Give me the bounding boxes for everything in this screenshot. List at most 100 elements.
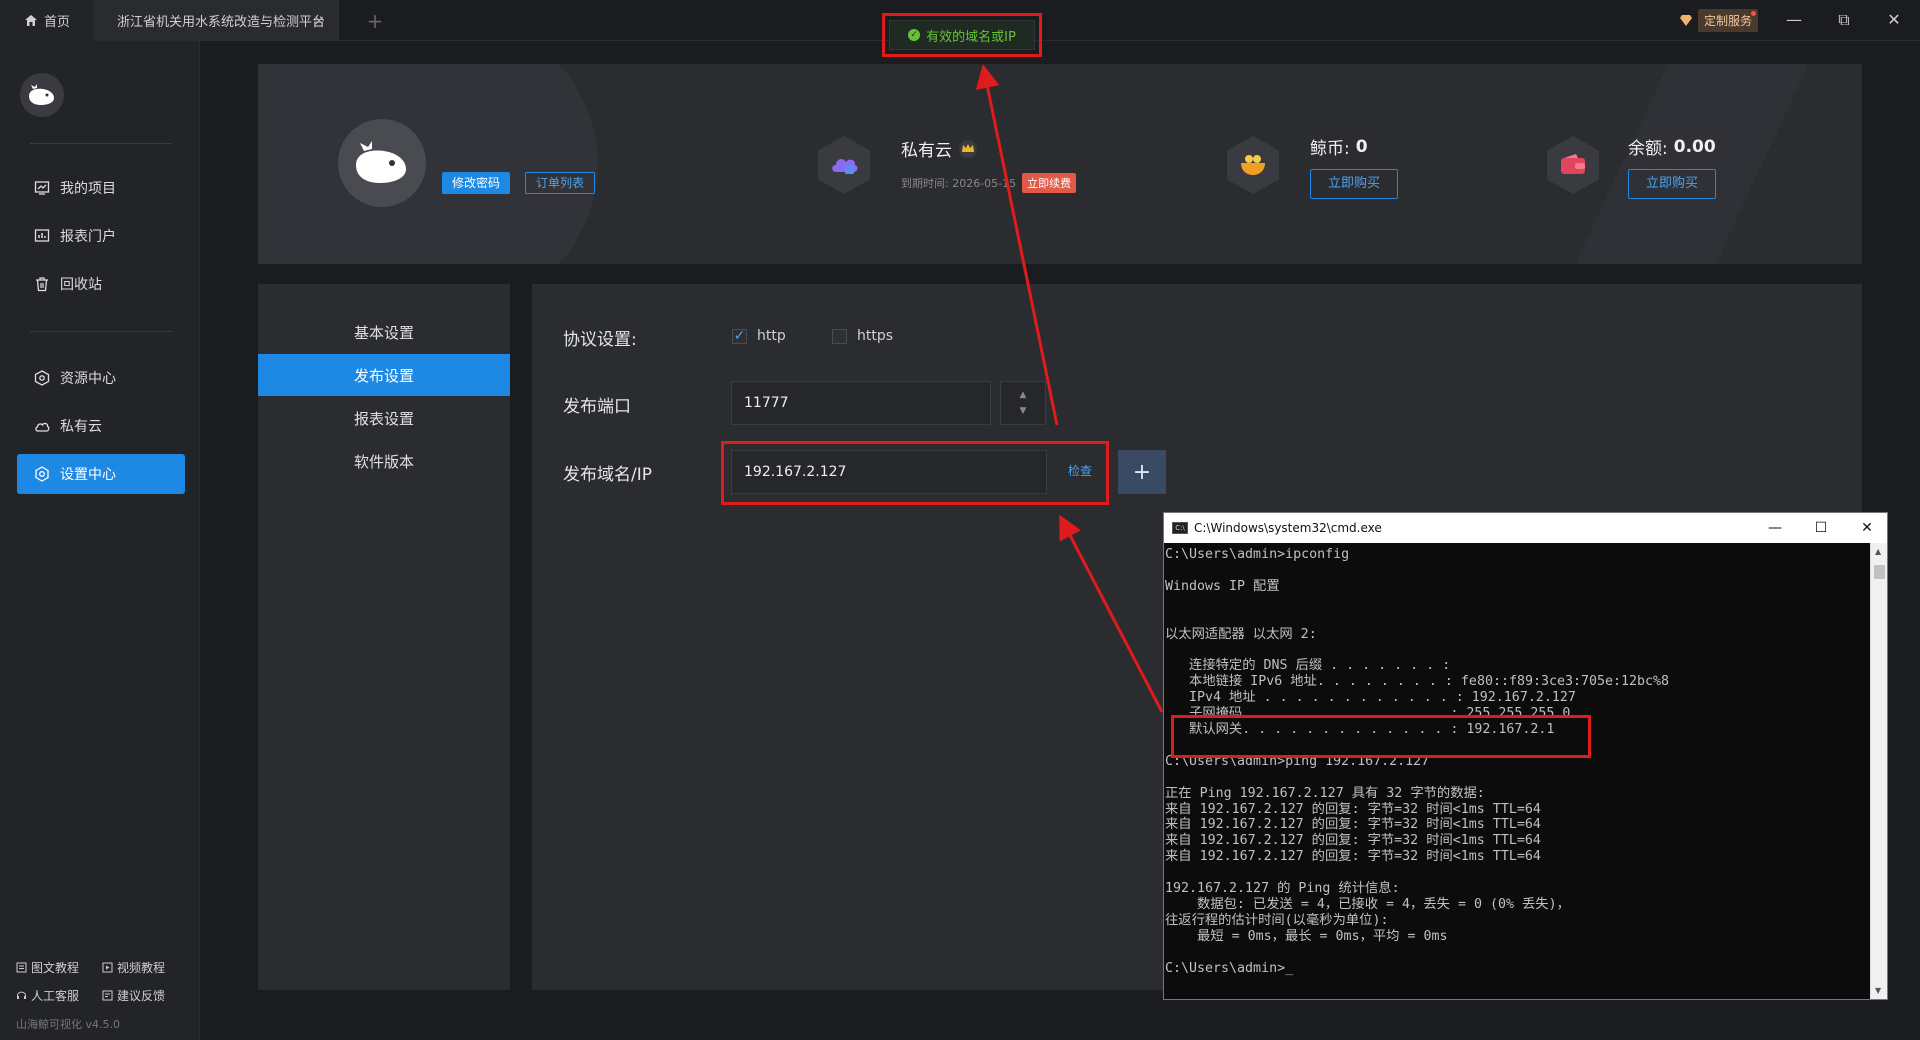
scroll-down-icon[interactable]: ▼ <box>1875 986 1881 995</box>
video-tutorial-label: 视频教程 <box>117 961 166 975</box>
checkbox-empty-icon <box>832 328 847 344</box>
cmd-line: 192.167.2.127 的 Ping 统计信息: <box>1165 881 1400 897</box>
renew-button[interactable]: 立即续费 <box>1022 173 1077 193</box>
maximize-button[interactable]: ⧉ <box>1832 8 1856 32</box>
doc-tutorial-link[interactable]: 图文教程 <box>16 959 79 976</box>
project-icon <box>34 181 50 195</box>
profile-header: 修改密码 订单列表 私有云 到期时间: 2026-05-15 立即续费 鲸币: … <box>258 64 1862 264</box>
cloud-icon <box>35 422 50 432</box>
settings-menu-publish[interactable]: 发布设置 <box>258 354 510 396</box>
sidebar-item-settings-center[interactable]: 设置中心 <box>17 454 185 494</box>
whale-logo-icon <box>29 84 54 105</box>
crown-icon <box>959 139 977 158</box>
https-label: https <box>857 328 894 344</box>
report-portal-icon <box>34 229 50 242</box>
home-icon <box>25 15 37 26</box>
sidebar-item-label: 我的项目 <box>60 181 116 197</box>
sidebar-item-resource-center[interactable]: 资源中心 <box>17 358 185 398</box>
cmd-line: Windows IP 配置 <box>1165 578 1280 594</box>
http-checkbox[interactable]: ✓ http <box>732 328 786 344</box>
annotation-box-domain <box>721 441 1109 505</box>
sidebar-item-label: 资源中心 <box>60 371 116 387</box>
cmd-close-button[interactable]: ✕ <box>1844 513 1890 543</box>
cmd-line: 来自 192.167.2.127 的回复: 字节=32 时间<1ms TTL=6… <box>1165 817 1541 833</box>
cmd-line: 正在 Ping 192.167.2.127 具有 32 字节的数据: <box>1165 785 1485 801</box>
coins-value: 0 <box>1355 136 1368 157</box>
cmd-line: 最短 = 0ms，最长 = 0ms，平均 = 0ms <box>1165 928 1448 944</box>
order-list-button[interactable]: 订单列表 <box>525 172 596 194</box>
chevron-down-icon[interactable]: ▼ <box>1020 406 1027 416</box>
cmd-line: C:\Users\admin>_ <box>1165 960 1294 976</box>
sidebar-item-recycle-bin[interactable]: 回收站 <box>17 264 185 304</box>
annotation-box-subnet <box>1171 715 1591 758</box>
cmd-output[interactable]: C:\Users\admin>ipconfig Windows IP 配置 以太… <box>1164 543 1871 999</box>
sidebar-item-report-portal[interactable]: 报表门户 <box>17 216 185 256</box>
http-label: http <box>757 328 786 344</box>
sidebar-item-label: 回收站 <box>60 277 102 293</box>
cmd-line: C:\Users\admin>ipconfig <box>1165 547 1350 562</box>
add-domain-button[interactable]: + <box>1118 450 1166 494</box>
cmd-line: 以太网适配器 以太网 2: <box>1165 626 1317 642</box>
doc-tutorial-label: 图文教程 <box>31 961 80 975</box>
cloud-lock-icon <box>832 159 858 174</box>
tab-home[interactable]: 首页 <box>0 0 93 41</box>
settings-menu-version[interactable]: 软件版本 <box>258 440 510 482</box>
private-cloud-expiry: 到期时间: 2026-05-15 立即续费 <box>901 173 1077 193</box>
cmd-line: 来自 192.167.2.127 的回复: 字节=32 时间<1ms TTL=6… <box>1165 849 1541 865</box>
headset-icon <box>17 991 26 999</box>
change-password-button[interactable]: 修改密码 <box>442 172 511 194</box>
protocol-label: 协议设置: <box>563 330 637 350</box>
minimize-button[interactable]: — <box>1782 8 1806 32</box>
buy-balance-button[interactable]: 立即购买 <box>1628 169 1716 199</box>
port-label: 发布端口 <box>563 397 631 417</box>
cmd-line: IPv4 地址 . . . . . . . . . . . . : 192.16… <box>1165 690 1576 706</box>
sidebar-item-private-cloud[interactable]: 私有云 <box>17 406 185 446</box>
tab-project[interactable]: 浙江省机关用水系统改造与检测平台 × <box>93 0 339 41</box>
port-input[interactable]: 11777 <box>731 381 991 425</box>
cmd-line <box>1165 563 1871 579</box>
feedback-label: 建议反馈 <box>117 989 166 1003</box>
cmd-line <box>1165 595 1871 611</box>
cmd-maximize-button[interactable]: ☐ <box>1798 513 1844 543</box>
sidebar-item-label: 报表门户 <box>60 229 116 245</box>
close-button[interactable]: ✕ <box>1882 8 1906 32</box>
https-checkbox[interactable]: https <box>832 328 893 344</box>
settings-menu-report[interactable]: 报表设置 <box>258 397 510 439</box>
cmd-line: 来自 192.167.2.127 的回复: 字节=32 时间<1ms TTL=6… <box>1165 833 1541 849</box>
cmd-line <box>1165 865 1871 881</box>
balance-title: 余额: 0.00 <box>1628 134 1716 160</box>
port-stepper[interactable]: ▲ ▼ <box>1000 381 1046 425</box>
support-link[interactable]: 人工客服 <box>16 987 79 1004</box>
custom-service-button[interactable]: 定制服务 <box>1680 8 1759 32</box>
coins-label: 鲸币: <box>1310 139 1350 159</box>
chevron-up-icon[interactable]: ▲ <box>1020 390 1027 400</box>
settings-menu-basic[interactable]: 基本设置 <box>258 311 510 353</box>
cmd-scrollbar[interactable]: ▲ ▼ <box>1870 543 1887 999</box>
settings-icon <box>35 466 49 482</box>
scroll-up-icon[interactable]: ▲ <box>1875 547 1881 556</box>
tab-close-icon[interactable]: × <box>313 13 325 29</box>
coins-badge <box>1227 136 1279 194</box>
annotation-box-toast <box>882 13 1042 57</box>
expire-date: 到期时间: 2026-05-15 <box>901 177 1017 190</box>
version-label: 山海鲸可视化 v4.5.0 <box>16 1018 120 1031</box>
feedback-link[interactable]: 建议反馈 <box>102 987 165 1004</box>
scroll-thumb[interactable] <box>1874 565 1885 579</box>
cmd-line: 往返行程的估计时间(以毫秒为单位): <box>1165 912 1389 928</box>
cmd-line <box>1165 642 1871 658</box>
avatar[interactable] <box>338 119 426 207</box>
cmd-minimize-button[interactable]: — <box>1752 513 1798 543</box>
doc-icon <box>16 962 27 973</box>
sidebar-divider <box>30 331 172 332</box>
cmd-line: 来自 192.167.2.127 的回复: 字节=32 时间<1ms TTL=6… <box>1165 801 1541 817</box>
app-logo[interactable] <box>20 73 64 117</box>
private-cloud-label: 私有云 <box>901 141 952 161</box>
buy-coins-button[interactable]: 立即购买 <box>1310 169 1398 199</box>
cmd-line: 连接特定的 DNS 后缀 . . . . . . . : <box>1165 658 1451 674</box>
private-cloud-badge <box>818 136 870 194</box>
sidebar-item-projects[interactable]: 我的项目 <box>17 168 185 208</box>
sidebar-item-label: 私有云 <box>60 419 102 435</box>
new-tab-button[interactable]: + <box>360 0 390 41</box>
video-tutorial-link[interactable]: 视频教程 <box>102 959 165 976</box>
cmd-title: C:\Windows\system32\cmd.exe <box>1194 521 1382 535</box>
